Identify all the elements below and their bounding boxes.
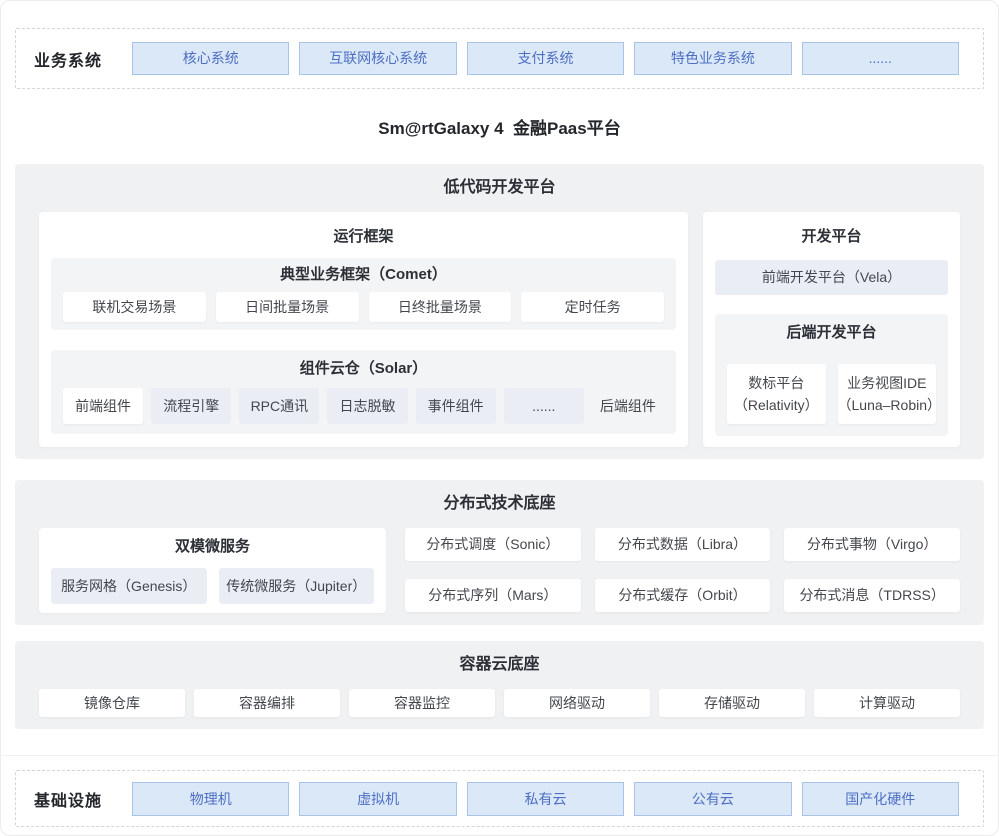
distributed-grid: 分布式调度（Sonic） 分布式数据（Libra） 分布式事物（Virgo） 分…	[405, 528, 960, 613]
comet-item: 日终批量场景	[369, 292, 512, 322]
business-systems-list: 核心系统 互联网核心系统 支付系统 特色业务系统 ......	[132, 42, 959, 75]
dual-mode-item-row: 服务网格（Genesis） 传统微服务（Jupiter）	[51, 568, 374, 604]
business-system-item: 核心系统	[132, 42, 289, 75]
business-systems-label: 业务系统	[34, 47, 102, 71]
dev-platform-panel: 开发平台 前端开发平台（Vela） 后端开发平台 数标平台 （Relativit…	[703, 212, 960, 447]
low-code-platform-section: 低代码开发平台 运行框架 典型业务框架（Comet） 联机交易场景 日间批量场景…	[15, 164, 984, 459]
container-base-section: 容器云底座 镜像仓库 容器编排 容器监控 网络驱动 存储驱动 计算驱动	[15, 641, 984, 729]
container-item: 存储驱动	[659, 689, 805, 717]
dev-platform-title: 开发平台	[715, 226, 948, 248]
dual-mode-microservice-panel: 双模微服务 服务网格（Genesis） 传统微服务（Jupiter）	[39, 528, 386, 613]
page-title: Sm@rtGalaxy 4 金融Paas平台	[1, 117, 998, 141]
container-item: 镜像仓库	[39, 689, 185, 717]
dual-mode-item: 服务网格（Genesis）	[51, 568, 207, 604]
solar-item: 流程引擎	[151, 388, 231, 424]
comet-item: 定时任务	[521, 292, 664, 322]
container-item: 计算驱动	[814, 689, 960, 717]
solar-item-more: ......	[504, 388, 584, 424]
distributed-item: 分布式事物（Virgo）	[784, 528, 960, 561]
backend-dev-item: 数标平台 （Relativity）	[727, 364, 826, 424]
comet-item: 日间批量场景	[216, 292, 359, 322]
container-base-title: 容器云底座	[39, 654, 960, 676]
container-item-row: 镜像仓库 容器编排 容器监控 网络驱动 存储驱动 计算驱动	[39, 689, 960, 717]
low-code-content: 运行框架 典型业务框架（Comet） 联机交易场景 日间批量场景 日终批量场景 …	[39, 212, 960, 447]
solar-item: 事件组件	[416, 388, 496, 424]
business-system-item-more: ......	[802, 42, 959, 75]
distributed-base-title: 分布式技术底座	[39, 493, 960, 515]
infrastructure-item: 国产化硬件	[802, 782, 959, 816]
infrastructure-section: 基础设施 物理机 虚拟机 私有云 公有云 国产化硬件	[15, 770, 984, 827]
dual-mode-title: 双模微服务	[51, 536, 374, 558]
distributed-item: 分布式数据（Libra）	[595, 528, 771, 561]
distributed-content: 双模微服务 服务网格（Genesis） 传统微服务（Jupiter） 分布式调度…	[39, 528, 960, 613]
low-code-platform-title: 低代码开发平台	[39, 177, 960, 199]
infrastructure-item: 私有云	[467, 782, 624, 816]
solar-components-panel: 组件云仓（Solar） 前端组件 流程引擎 RPC通讯 日志脱敏 事件组件 ..…	[51, 350, 676, 434]
comet-item: 联机交易场景	[63, 292, 206, 322]
business-system-item: 互联网核心系统	[299, 42, 456, 75]
runtime-framework-title: 运行框架	[51, 226, 676, 248]
backend-dev-item-code: （Relativity）	[727, 394, 826, 416]
architecture-diagram: 业务系统 核心系统 互联网核心系统 支付系统 特色业务系统 ...... Sm@…	[0, 0, 999, 836]
runtime-framework-panel: 运行框架 典型业务框架（Comet） 联机交易场景 日间批量场景 日终批量场景 …	[39, 212, 688, 447]
infrastructure-item: 虚拟机	[299, 782, 456, 816]
infrastructure-list: 物理机 虚拟机 私有云 公有云 国产化硬件	[132, 782, 959, 816]
infrastructure-item: 公有云	[634, 782, 791, 816]
backend-dev-item-name: 业务视图IDE	[838, 372, 937, 394]
backend-dev-item-code: （Luna–Robin）	[838, 394, 937, 416]
container-item: 容器编排	[194, 689, 340, 717]
business-system-item: 支付系统	[467, 42, 624, 75]
backend-dev-item: 业务视图IDE （Luna–Robin）	[838, 364, 937, 424]
distributed-item: 分布式序列（Mars）	[405, 579, 581, 612]
solar-item-row: 前端组件 流程引擎 RPC通讯 日志脱敏 事件组件 ...... 后端组件	[63, 388, 664, 424]
business-system-item: 特色业务系统	[634, 42, 791, 75]
distributed-base-section: 分布式技术底座 双模微服务 服务网格（Genesis） 传统微服务（Jupite…	[15, 480, 984, 625]
business-systems-section: 业务系统 核心系统 互联网核心系统 支付系统 特色业务系统 ......	[15, 28, 984, 89]
section-divider	[1, 755, 998, 756]
frontend-dev-platform-item: 前端开发平台（Vela）	[715, 260, 948, 295]
comet-framework-title: 典型业务框架（Comet）	[63, 264, 664, 286]
container-item: 容器监控	[349, 689, 495, 717]
distributed-item: 分布式缓存（Orbit）	[595, 579, 771, 612]
infrastructure-label: 基础设施	[34, 787, 102, 811]
solar-components-title: 组件云仓（Solar）	[63, 358, 664, 380]
backend-dev-item-row: 数标平台 （Relativity） 业务视图IDE （Luna–Robin）	[727, 364, 936, 424]
infrastructure-item: 物理机	[132, 782, 289, 816]
distributed-item: 分布式消息（TDRSS）	[784, 579, 960, 612]
solar-item: RPC通讯	[239, 388, 319, 424]
backend-dev-item-name: 数标平台	[727, 372, 826, 394]
backend-dev-platform-title: 后端开发平台	[727, 322, 936, 344]
solar-item: 日志脱敏	[327, 388, 407, 424]
comet-framework-panel: 典型业务框架（Comet） 联机交易场景 日间批量场景 日终批量场景 定时任务	[51, 258, 676, 330]
dual-mode-item: 传统微服务（Jupiter）	[219, 568, 375, 604]
solar-back-item: 后端组件	[592, 388, 664, 424]
comet-item-row: 联机交易场景 日间批量场景 日终批量场景 定时任务	[63, 292, 664, 322]
distributed-item: 分布式调度（Sonic）	[405, 528, 581, 561]
solar-front-item: 前端组件	[63, 388, 143, 424]
backend-dev-platform-panel: 后端开发平台 数标平台 （Relativity） 业务视图IDE （Luna–R…	[715, 314, 948, 436]
container-item: 网络驱动	[504, 689, 650, 717]
